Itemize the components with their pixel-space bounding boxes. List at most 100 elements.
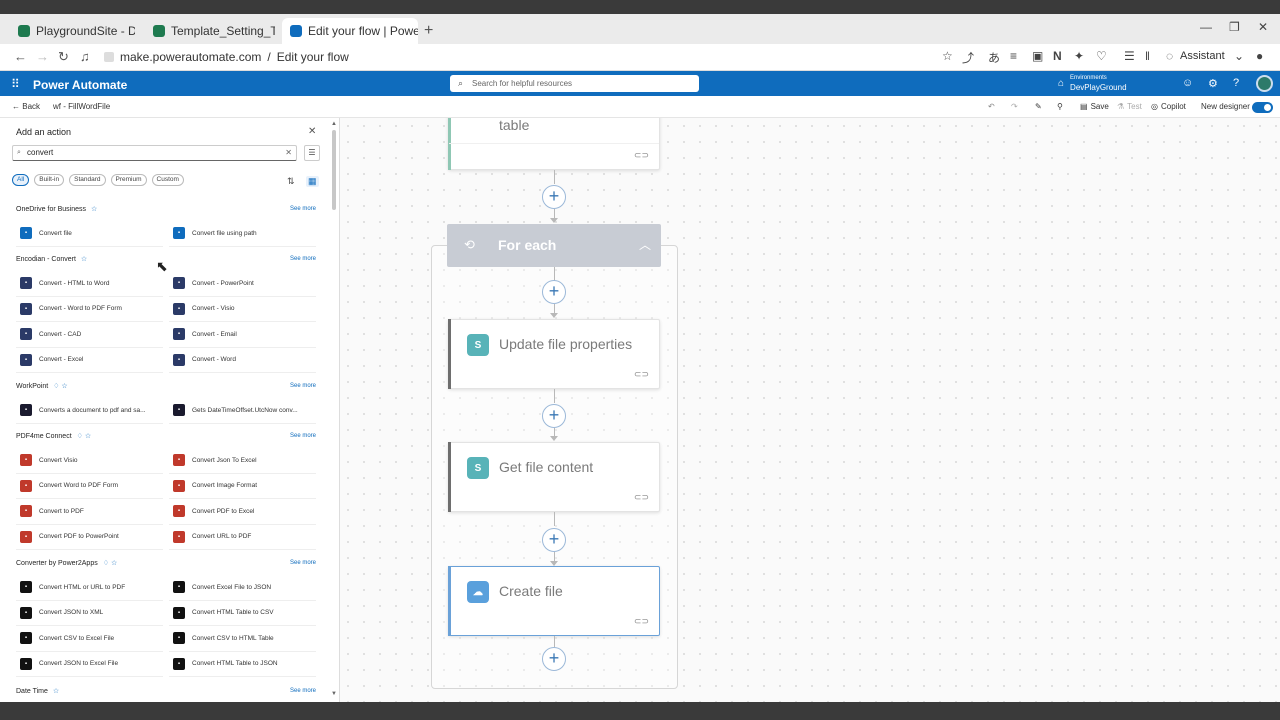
avatar[interactable] xyxy=(1256,75,1273,92)
new-designer-toggle[interactable] xyxy=(1252,102,1273,113)
add-step-button[interactable]: + xyxy=(542,280,566,304)
settings-icon[interactable]: ⚙ xyxy=(1208,77,1218,90)
back-arrow-icon[interactable]: ← xyxy=(14,49,27,64)
browser-tab-edit-flow[interactable]: Edit your flow | Power Autom: xyxy=(282,18,418,44)
action-item[interactable]: ▪ Convert Visio xyxy=(16,448,163,474)
get-file-content-card[interactable]: S Get file content ⊂⊃ xyxy=(448,442,660,512)
reader-icon[interactable]: ≡ xyxy=(1010,49,1017,63)
chevron-up-icon[interactable]: ︿ xyxy=(639,236,651,253)
action-item[interactable]: ▪ Convert Word to PDF Form xyxy=(16,474,163,499)
action-item[interactable]: ▪ Convert to PDF xyxy=(16,499,163,525)
copilot-button[interactable]: ◎ Copilot xyxy=(1151,102,1186,111)
checker-icon[interactable]: ⚲ xyxy=(1057,102,1063,111)
star-icon[interactable]: ☆ xyxy=(53,687,59,695)
filter-pill-built-in[interactable]: Built-in xyxy=(34,174,65,186)
browser-tab-template[interactable]: Template_Setting_Table xyxy=(145,18,275,44)
filter-pill-premium[interactable]: Premium xyxy=(110,174,147,186)
see-more-link[interactable]: See more xyxy=(290,688,316,694)
sort-icon[interactable]: ⇅ xyxy=(287,176,295,187)
help-search-input[interactable]: ⌕ Search for helpful resources xyxy=(450,75,699,92)
save-button[interactable]: ▤ Save xyxy=(1080,102,1109,111)
add-step-button[interactable]: + xyxy=(542,185,566,209)
action-item[interactable]: ▪ Convert PDF to PowerPoint xyxy=(16,525,163,550)
filter-pill-custom[interactable]: Custom xyxy=(151,174,184,186)
favorites-icon[interactable]: ♡ xyxy=(1096,49,1107,63)
flow-canvas[interactable]: table ⊂⊃ + ⟲ For each ︿ + S Update file … xyxy=(340,118,1280,702)
profile-icon[interactable]: ● xyxy=(1256,49,1263,63)
action-item[interactable]: ▪ Convert - Word to PDF Form xyxy=(16,297,163,322)
action-item[interactable]: ▪ Convert HTML or URL to PDF xyxy=(16,575,163,601)
app-title[interactable]: Power Automate xyxy=(33,78,127,92)
action-item[interactable]: ▪ Convert file xyxy=(16,221,163,247)
add-step-button[interactable]: + xyxy=(542,528,566,552)
translate-icon[interactable]: あ xyxy=(988,49,1000,66)
flow-step-card[interactable]: table ⊂⊃ xyxy=(448,118,660,170)
filter-pill-all[interactable]: All xyxy=(12,174,30,186)
action-search-input[interactable]: ⌕ convert ✕ xyxy=(12,145,297,161)
browser-tab-playground[interactable]: PlaygroundSite - Demo - All I xyxy=(10,18,135,44)
action-item[interactable]: ▪ Convert JSON to XML xyxy=(16,601,163,626)
action-item[interactable]: ▪ Convert - Excel xyxy=(16,348,163,373)
link-icon[interactable]: ⊂⊃ xyxy=(634,492,649,503)
premium-star-icon[interactable]: ♢ ☆ xyxy=(53,382,68,390)
see-more-link[interactable]: See more xyxy=(290,560,316,566)
site-info-icon[interactable] xyxy=(104,52,114,62)
link-icon[interactable]: ⊂⊃ xyxy=(634,616,649,627)
filter-icon[interactable]: ☰ xyxy=(304,145,320,161)
action-item[interactable]: ▪ Convert PDF to Excel xyxy=(169,499,316,525)
action-item[interactable]: ▪ Convert HTML Table to JSON xyxy=(169,652,316,677)
comments-icon[interactable]: ✎ xyxy=(1035,102,1042,111)
audio-icon[interactable]: ‖ xyxy=(1145,49,1150,63)
action-item[interactable]: ▪ Convert CSV to HTML Table xyxy=(169,626,316,652)
premium-star-icon[interactable]: ♢ ☆ xyxy=(77,432,92,440)
action-item[interactable]: ▪ Convert JSON to Excel File xyxy=(16,652,163,677)
add-step-button[interactable]: + xyxy=(542,647,566,671)
link-icon[interactable]: ⊂⊃ xyxy=(634,369,649,380)
star-icon[interactable]: ☆ xyxy=(81,255,87,263)
assistant-icon[interactable]: ◌ xyxy=(1166,49,1173,63)
action-item[interactable]: ▪ Convert Json To Excel xyxy=(169,448,316,474)
action-item[interactable]: ▪ Convert HTML Table to CSV xyxy=(169,601,316,626)
see-more-link[interactable]: See more xyxy=(290,256,316,262)
close-icon[interactable]: ✕ xyxy=(308,126,316,137)
see-more-link[interactable]: See more xyxy=(290,206,316,212)
redo-icon[interactable]: ↷ xyxy=(1011,102,1018,111)
puzzle-icon[interactable]: ✦ xyxy=(1074,49,1084,63)
action-item[interactable]: ▪ Convert file using path xyxy=(169,221,316,247)
microphone-icon[interactable]: ♫ xyxy=(80,49,90,64)
environment-picker[interactable]: ⌂ Environments DevPlayGround xyxy=(1058,74,1127,92)
back-button[interactable]: ← Back xyxy=(12,102,40,111)
action-item[interactable]: ▪ Converts a document to pdf and sa... xyxy=(16,398,163,424)
see-more-link[interactable]: See more xyxy=(290,383,316,389)
collections-icon[interactable]: ☰ xyxy=(1124,49,1135,63)
panel-scrollbar[interactable]: ▲ ▼ xyxy=(331,121,337,699)
premium-star-icon[interactable]: ♢ ☆ xyxy=(103,559,118,567)
help-icon[interactable]: ? xyxy=(1233,77,1239,89)
clear-search-icon[interactable]: ✕ xyxy=(285,146,292,160)
grid-view-icon[interactable]: ▦ xyxy=(306,176,319,187)
action-item[interactable]: ▪ Convert - PowerPoint xyxy=(169,271,316,297)
notifications-icon[interactable]: ☺ xyxy=(1182,77,1193,89)
for-each-header[interactable]: ⟲ For each ︿ xyxy=(447,224,661,267)
minimize-icon[interactable]: — xyxy=(1200,20,1212,34)
action-item[interactable]: ▪ Convert Excel File to JSON xyxy=(169,575,316,601)
add-step-button[interactable]: + xyxy=(542,404,566,428)
close-window-icon[interactable]: ✕ xyxy=(1258,20,1268,34)
test-button[interactable]: ⚗ Test xyxy=(1117,102,1142,111)
action-item[interactable]: ▪ Convert URL to PDF xyxy=(169,525,316,550)
see-more-link[interactable]: See more xyxy=(290,433,316,439)
action-item[interactable]: ▪ Gets DateTimeOffset.UtcNow conv... xyxy=(169,398,316,424)
share-icon[interactable]: ⤴ xyxy=(962,49,974,66)
action-item[interactable]: ▪ Convert CSV to Excel File xyxy=(16,626,163,652)
star-icon[interactable]: ☆ xyxy=(91,205,97,213)
maximize-icon[interactable]: ❐ xyxy=(1229,20,1240,34)
app-launcher-icon[interactable]: ⠿ xyxy=(11,77,20,91)
action-item[interactable]: ▪ Convert - Visio xyxy=(169,297,316,322)
url-field[interactable]: make.powerautomate.com / Edit your flow xyxy=(104,50,349,64)
notion-icon[interactable]: N xyxy=(1053,49,1062,63)
refresh-icon[interactable]: ↻ xyxy=(58,49,69,65)
undo-icon[interactable]: ↶ xyxy=(988,102,995,111)
link-icon[interactable]: ⊂⊃ xyxy=(634,150,649,161)
action-item[interactable]: ▪ Convert - CAD xyxy=(16,322,163,348)
scroll-up-icon[interactable]: ▲ xyxy=(331,121,337,127)
